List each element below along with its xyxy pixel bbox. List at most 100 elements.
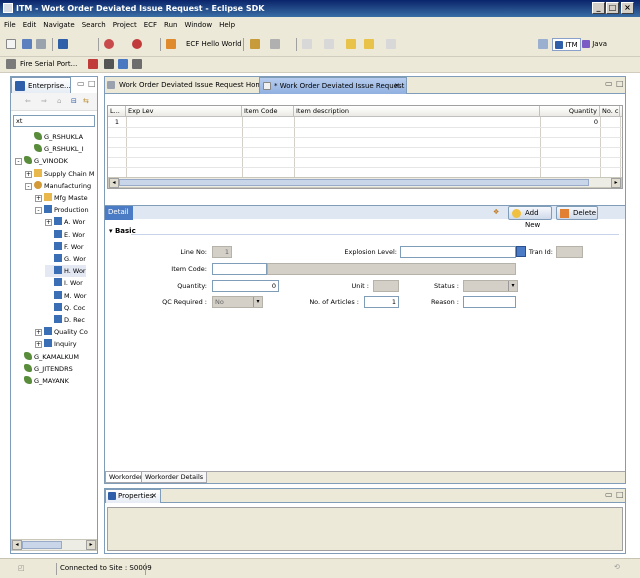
progress-icon[interactable]: ⟲ — [614, 563, 620, 571]
search-icon[interactable] — [132, 38, 142, 51]
scroll-left-icon[interactable]: ◂ — [12, 540, 22, 550]
editor-maximize-icon[interactable]: □ — [616, 79, 624, 88]
grid-cell[interactable] — [126, 117, 242, 127]
tree-item[interactable]: + Mfg Maste — [35, 192, 88, 204]
tree-item[interactable]: + A. Wor — [45, 216, 85, 228]
workorder-details-tab[interactable]: Workorder Details — [141, 472, 208, 483]
explosion-level-field[interactable] — [400, 246, 516, 258]
grid-column-header[interactable]: Item Code — [242, 106, 294, 117]
grid-column-header[interactable]: Quantity — [540, 106, 600, 117]
minimize-button[interactable]: _ — [592, 2, 605, 14]
tree-item[interactable]: F. Wor — [45, 241, 84, 253]
open-perspective-icon[interactable] — [538, 38, 548, 51]
lookup-icon[interactable] — [516, 246, 526, 257]
add-new-button[interactable]: Add New — [508, 206, 552, 229]
tree-item[interactable]: G. Wor — [45, 253, 86, 265]
next-annotation-icon[interactable] — [302, 38, 312, 51]
pin-icon[interactable] — [270, 38, 280, 51]
status-dropdown-icon[interactable]: ▾ — [508, 281, 517, 291]
grid-cell[interactable]: 0 — [540, 117, 600, 127]
tree-item[interactable]: Q. Coc — [45, 302, 85, 314]
filter-input[interactable]: xt — [13, 115, 95, 127]
reason-field[interactable] — [463, 296, 516, 308]
tree-item[interactable]: - Production — [35, 204, 89, 216]
item-code-field[interactable] — [212, 263, 267, 275]
back-icon[interactable]: ⇐ — [25, 97, 31, 105]
enterprise-view-tab[interactable]: Enterprise... — [11, 77, 71, 93]
menu-project[interactable]: Project — [109, 17, 140, 29]
properties-maximize-icon[interactable]: □ — [616, 490, 624, 499]
perspective-java[interactable]: Java — [582, 38, 607, 51]
grid-column-header[interactable]: Exp Lev — [126, 106, 242, 117]
horizontal-scrollbar[interactable]: ◂ ▸ — [11, 539, 97, 551]
tool-icon[interactable] — [132, 58, 142, 71]
grid-cell[interactable] — [294, 117, 540, 127]
itm-module-icon[interactable] — [58, 38, 68, 51]
expand-icon[interactable]: + — [35, 329, 42, 337]
ecf-hello-world-button[interactable]: ECF Hello World — [186, 38, 242, 51]
tree-item[interactable]: - G_VINODK — [15, 155, 68, 167]
close-window-button[interactable]: × — [621, 2, 634, 14]
grid-column-header[interactable]: No. c — [600, 106, 620, 117]
quantity-field[interactable]: 0 — [212, 280, 279, 292]
expand-icon[interactable]: + — [45, 219, 52, 227]
link-icon[interactable]: ⇆ — [83, 97, 89, 105]
expand-icon[interactable]: + — [35, 341, 42, 349]
pen-icon[interactable] — [250, 38, 260, 51]
grid-scroll-left-icon[interactable]: ◂ — [109, 178, 119, 188]
new-icon[interactable] — [6, 38, 16, 51]
no-of-articles-field[interactable]: 1 — [364, 296, 399, 308]
menu-file[interactable]: File — [0, 17, 19, 29]
back-arrow-icon[interactable] — [346, 38, 356, 51]
fire-serial-port-button[interactable]: Fire Serial Port... — [20, 58, 77, 71]
grid-column-header[interactable]: L... — [108, 106, 126, 117]
menu-edit[interactable]: Edit — [19, 17, 40, 29]
format-icon[interactable]: ❖ — [493, 208, 499, 216]
tree-item[interactable]: H. Wor — [45, 265, 86, 278]
print-icon[interactable] — [36, 38, 46, 51]
view-minimize-icon[interactable]: ▭ — [77, 79, 85, 88]
tree-item[interactable]: G_RSHUKLA — [25, 131, 83, 143]
qc-dropdown-icon[interactable]: ▾ — [253, 297, 262, 307]
tree-item[interactable]: - Manufacturing — [25, 180, 91, 192]
close-tab-icon[interactable]: ✕ — [394, 78, 400, 94]
collapse-icon[interactable]: - — [15, 158, 22, 166]
tree-item[interactable]: + Inquiry — [35, 338, 77, 350]
tree-item[interactable]: I. Wor — [45, 277, 83, 289]
collapse-icon[interactable]: - — [25, 182, 32, 190]
tree-item[interactable]: G_MAYANK — [15, 375, 69, 387]
detail-2-tab[interactable]: Detail 2 — [105, 206, 133, 229]
expand-icon[interactable]: + — [35, 195, 42, 202]
menu-window[interactable]: Window — [180, 17, 215, 29]
view-maximize-icon[interactable]: □ — [88, 79, 96, 88]
collapse-icon[interactable]: - — [35, 207, 42, 215]
menu-ecf[interactable]: ECF — [140, 17, 160, 29]
last-edit-icon[interactable] — [386, 38, 396, 51]
tab-request[interactable]: * Work Order Deviated Issue Request ✕ — [259, 77, 407, 94]
grid-scroll-right-icon[interactable]: ▸ — [611, 178, 621, 188]
expand-icon[interactable]: + — [25, 170, 32, 178]
tree-item[interactable]: D. Rec — [45, 314, 85, 326]
home-icon[interactable]: ⌂ — [57, 97, 61, 105]
menu-navigate[interactable]: Navigate — [39, 17, 77, 29]
tree-item[interactable]: E. Wor — [45, 229, 85, 241]
delete-button[interactable]: Delete — [556, 206, 598, 220]
scroll-right-icon[interactable]: ▸ — [86, 540, 96, 550]
maximize-button[interactable]: □ — [606, 2, 619, 14]
menu-search[interactable]: Search — [78, 17, 109, 29]
calc-icon[interactable] — [118, 58, 128, 71]
tree-item[interactable]: G_JITENDRS — [15, 363, 73, 375]
grid-scroll-thumb[interactable] — [119, 179, 589, 186]
tree-item[interactable]: G_RSHUKL_I — [25, 143, 84, 155]
grid-horizontal-scrollbar[interactable]: ◂ ▸ — [108, 177, 622, 188]
properties-tab[interactable]: Properties ✕ — [105, 489, 161, 503]
forward-arrow-icon[interactable] — [364, 38, 374, 51]
scroll-thumb[interactable] — [22, 541, 62, 549]
save-icon[interactable] — [22, 38, 32, 51]
window-title-bar[interactable]: ITM - Work Order Deviated Issue Request … — [0, 0, 640, 17]
editor-minimize-icon[interactable]: ▭ — [605, 79, 613, 88]
camera-icon[interactable] — [104, 58, 114, 71]
close-properties-icon[interactable]: ✕ — [151, 490, 157, 503]
grid-cell[interactable] — [242, 117, 294, 127]
prev-annotation-icon[interactable] — [324, 38, 334, 51]
